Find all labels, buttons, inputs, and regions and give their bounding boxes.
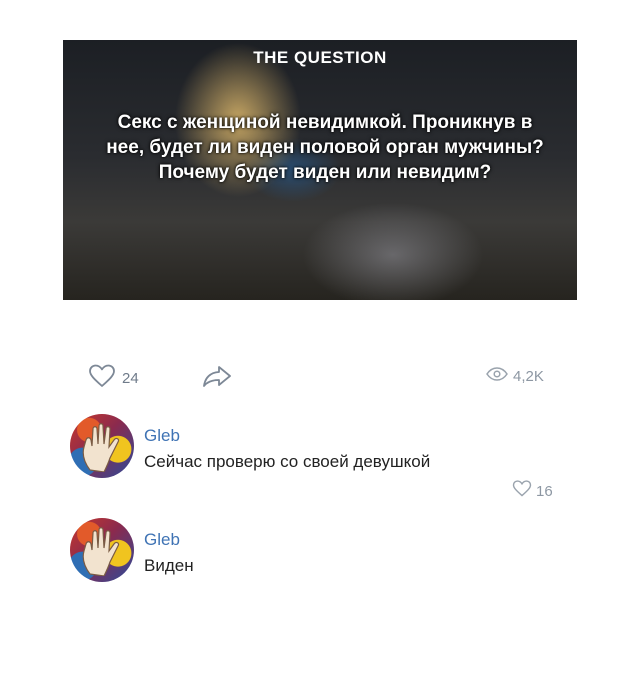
heart-icon <box>88 364 116 393</box>
post-image[interactable]: THE QUESTION Секс с женщиной невидимкой.… <box>63 40 577 300</box>
banner-question-text: Секс с женщиной невидимкой. Проникнув в … <box>106 112 544 183</box>
eye-icon <box>486 367 508 386</box>
heart-icon <box>512 480 532 502</box>
like-count: 24 <box>122 370 139 387</box>
comment-text: Виден <box>144 556 194 575</box>
banner-title: THE QUESTION <box>253 48 387 67</box>
comment-like-button[interactable]: 16 <box>512 480 553 502</box>
comment-author[interactable]: Gleb <box>144 426 180 446</box>
share-arrow-icon <box>201 366 233 392</box>
share-button[interactable] <box>201 364 233 393</box>
post-actions: 24 4,2K <box>0 362 640 392</box>
comment-author[interactable]: Gleb <box>144 530 180 550</box>
avatar[interactable] <box>70 518 134 582</box>
views-counter: 4,2K <box>486 367 544 386</box>
views-count: 4,2K <box>513 368 544 385</box>
comment-text: Сейчас проверю со своей девушкой <box>144 452 431 471</box>
avatar[interactable] <box>70 414 134 478</box>
comment-like-count: 16 <box>536 482 553 500</box>
like-button[interactable]: 24 <box>88 364 139 393</box>
